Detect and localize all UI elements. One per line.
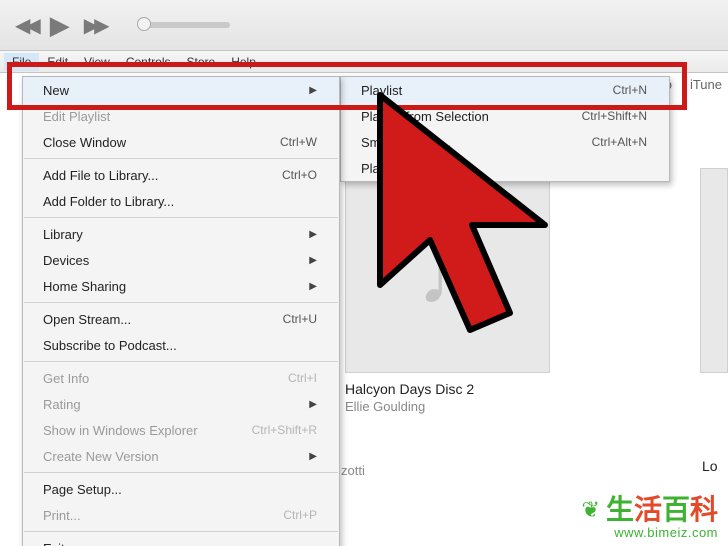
menu-item-label: Exit xyxy=(43,541,65,546)
menu-item-label: Edit Playlist xyxy=(43,109,110,124)
album-artist: Ellie Goulding xyxy=(345,399,550,414)
menu-edit[interactable]: Edit xyxy=(39,53,76,71)
menu-view[interactable]: View xyxy=(76,53,118,71)
menu-item-open-stream[interactable]: Open Stream... Ctrl+U xyxy=(23,306,339,332)
menu-shortcut: Ctrl+I xyxy=(288,371,317,385)
menu-item-label: Subscribe to Podcast... xyxy=(43,338,177,353)
watermark: ❦ 生活百科 www.bimeiz.com xyxy=(582,495,719,540)
submenu-arrow-icon: ▶ xyxy=(309,229,317,240)
menu-item-label: Playlist xyxy=(361,83,402,98)
submenu-arrow-icon: ▶ xyxy=(309,255,317,266)
menu-item-label: Add File to Library... xyxy=(43,168,158,183)
submenu-arrow-icon: ▶ xyxy=(309,451,317,462)
submenu-item-smart-playlist[interactable]: Smart Playlist... Ctrl+Alt+N xyxy=(341,129,669,155)
file-menu-dropdown: New ▶ Edit Playlist Close Window Ctrl+W … xyxy=(22,76,340,546)
menu-item-add-file[interactable]: Add File to Library... Ctrl+O xyxy=(23,162,339,188)
menu-item-new[interactable]: New ▶ xyxy=(23,77,339,103)
menu-separator xyxy=(24,531,338,532)
menu-shortcut: Ctrl+Shift+N xyxy=(582,109,647,123)
menu-item-label: Home Sharing xyxy=(43,279,126,294)
menu-item-add-folder[interactable]: Add Folder to Library... xyxy=(23,188,339,214)
menu-item-label: Devices xyxy=(43,253,89,268)
menu-item-label: Playlist Folder xyxy=(361,161,443,176)
menu-separator xyxy=(24,472,338,473)
menu-shortcut: Ctrl+N xyxy=(613,83,647,97)
menu-item-label: Close Window xyxy=(43,135,126,150)
menu-item-label: Playlist from Selection xyxy=(361,109,489,124)
submenu-arrow-icon: ▶ xyxy=(309,281,317,292)
menu-item-show-in-explorer: Show in Windows Explorer Ctrl+Shift+R xyxy=(23,417,339,443)
menu-item-subscribe-podcast[interactable]: Subscribe to Podcast... xyxy=(23,332,339,358)
submenu-arrow-icon: ▶ xyxy=(309,399,317,410)
menu-file[interactable]: File xyxy=(4,53,39,71)
menu-shortcut: Ctrl+P xyxy=(283,508,317,522)
menu-help[interactable]: Help xyxy=(223,53,264,71)
playback-controls: ◀◀ ▶ ▶▶ xyxy=(15,10,105,41)
menu-item-label: New xyxy=(43,83,69,98)
menu-item-label: Library xyxy=(43,227,83,242)
submenu-item-playlist-from-selection[interactable]: Playlist from Selection Ctrl+Shift+N xyxy=(341,103,669,129)
menu-store[interactable]: Store xyxy=(179,53,224,71)
watermark-url: www.bimeiz.com xyxy=(582,526,719,540)
menu-item-label: Open Stream... xyxy=(43,312,131,327)
new-submenu: Playlist Ctrl+N Playlist from Selection … xyxy=(340,76,670,182)
album-art-placeholder: ♫ xyxy=(345,168,550,373)
next-track-button[interactable]: ▶▶ xyxy=(84,13,105,38)
menu-separator xyxy=(24,302,338,303)
menu-separator xyxy=(24,361,338,362)
volume-knob[interactable] xyxy=(137,17,151,31)
menu-item-label: Add Folder to Library... xyxy=(43,194,174,209)
menu-item-library[interactable]: Library ▶ xyxy=(23,221,339,247)
menu-item-label: Smart Playlist... xyxy=(361,135,451,150)
menu-item-label: Get Info xyxy=(43,371,89,386)
menu-item-exit[interactable]: Exit xyxy=(23,535,339,546)
menu-controls[interactable]: Controls xyxy=(118,53,179,71)
menu-item-page-setup[interactable]: Page Setup... xyxy=(23,476,339,502)
menu-shortcut: Ctrl+U xyxy=(283,312,317,326)
menu-item-get-info: Get Info Ctrl+I xyxy=(23,365,339,391)
submenu-arrow-icon: ▶ xyxy=(309,85,317,96)
watermark-text: 生活百科 xyxy=(606,495,718,526)
menu-item-label: Show in Windows Explorer xyxy=(43,423,198,438)
play-button[interactable]: ▶ xyxy=(50,10,70,41)
menu-bar: File Edit View Controls Store Help xyxy=(0,51,728,73)
menu-shortcut: Ctrl+Shift+R xyxy=(252,423,317,437)
menu-shortcut: Ctrl+W xyxy=(280,135,317,149)
album-card[interactable]: ♫ Halcyon Days Disc 2 Ellie Goulding xyxy=(345,168,550,414)
album-title: Halcyon Days Disc 2 xyxy=(345,381,550,397)
menu-item-label: Print... xyxy=(43,508,81,523)
menu-item-devices[interactable]: Devices ▶ xyxy=(23,247,339,273)
leaf-icon: ❦ xyxy=(582,498,600,522)
menu-item-rating: Rating ▶ xyxy=(23,391,339,417)
album-title-fragment: Lo xyxy=(702,458,718,474)
menu-shortcut: Ctrl+Alt+N xyxy=(592,135,647,149)
menu-item-edit-playlist: Edit Playlist xyxy=(23,103,339,129)
nav-itunes-store[interactable]: iTune xyxy=(690,77,722,92)
volume-slider[interactable] xyxy=(140,22,230,28)
album-grid: ♫ Halcyon Days Disc 2 Ellie Goulding xyxy=(345,168,550,414)
menu-separator xyxy=(24,158,338,159)
menu-separator xyxy=(24,217,338,218)
menu-item-create-new-version: Create New Version ▶ xyxy=(23,443,339,469)
previous-track-button[interactable]: ◀◀ xyxy=(15,13,36,38)
app-window: ◀◀ ▶ ▶▶ File Edit View Controls Store He… xyxy=(0,0,728,546)
menu-shortcut: Ctrl+O xyxy=(282,168,317,182)
menu-item-print: Print... Ctrl+P xyxy=(23,502,339,528)
submenu-item-playlist[interactable]: Playlist Ctrl+N xyxy=(341,77,669,103)
playback-toolbar: ◀◀ ▶ ▶▶ xyxy=(0,0,728,51)
menu-item-label: Create New Version xyxy=(43,449,159,464)
menu-item-label: Rating xyxy=(43,397,81,412)
music-note-icon: ♫ xyxy=(414,219,482,322)
menu-item-close-window[interactable]: Close Window Ctrl+W xyxy=(23,129,339,155)
menu-item-label: Page Setup... xyxy=(43,482,122,497)
album-art-placeholder xyxy=(700,168,728,373)
submenu-item-playlist-folder[interactable]: Playlist Folder xyxy=(341,155,669,181)
menu-item-home-sharing[interactable]: Home Sharing ▶ xyxy=(23,273,339,299)
album-artist-fragment: zotti xyxy=(341,463,365,478)
